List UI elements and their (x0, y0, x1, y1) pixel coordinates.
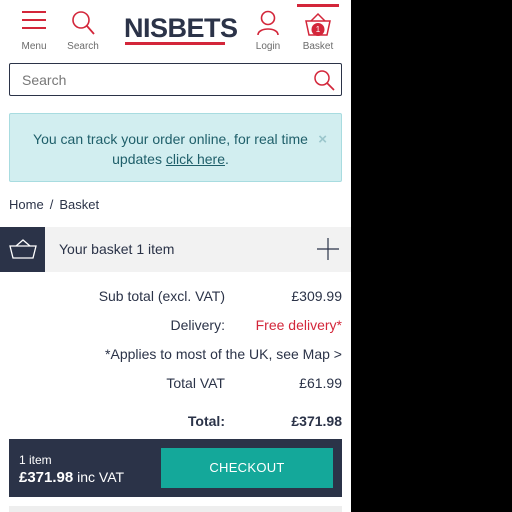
total-value: £371.98 (291, 413, 342, 429)
delivery-label: Delivery: (170, 317, 225, 333)
basket-button[interactable]: 1 Basket (297, 0, 339, 58)
basket-accordion[interactable]: Your basket 1 item (0, 227, 351, 272)
user-icon (257, 10, 279, 36)
breadcrumb: Home / Basket (9, 197, 99, 212)
delivery-value: Free delivery* (255, 317, 342, 333)
basket-page: Menu Search NISBETS Login 1 Basket Searc… (0, 0, 351, 512)
click-here-link[interactable]: click here (166, 151, 225, 167)
site-header: Menu Search NISBETS Login 1 Basket (0, 0, 351, 58)
basket-panel-iconbox (0, 227, 45, 272)
next-section-edge (9, 506, 342, 512)
vat-label: Total VAT (166, 375, 225, 391)
search-label: Search (67, 41, 99, 52)
basket-panel-title: Your basket 1 item (59, 241, 175, 257)
checkout-price-amount: £371.98 (19, 469, 74, 486)
login-label: Login (255, 41, 281, 52)
header-search-button[interactable]: Search (63, 0, 103, 58)
checkout-item-count: 1 item (19, 453, 52, 467)
active-indicator (297, 4, 339, 7)
breadcrumb-current: Basket (59, 197, 100, 212)
vat-value: £61.99 (299, 375, 342, 391)
checkout-price: £371.98 inc VAT (19, 469, 124, 486)
order-tracking-notice: You can track your order online, for rea… (9, 113, 342, 182)
login-button[interactable]: Login (248, 0, 288, 58)
breadcrumb-separator: / (49, 197, 54, 212)
menu-button[interactable]: Menu (14, 0, 54, 58)
checkout-bar: 1 item £371.98 inc VAT CHECKOUT (9, 439, 342, 497)
logo-text: NISBETS (124, 13, 238, 43)
checkout-button[interactable]: CHECKOUT (161, 448, 333, 488)
nisbets-logo[interactable]: NISBETS (124, 13, 238, 47)
basket-label: Basket (302, 41, 334, 52)
hamburger-icon (22, 11, 46, 29)
delivery-map-link[interactable]: *Applies to most of the UK, see Map > (105, 346, 342, 362)
search-placeholder: Search (22, 72, 67, 88)
notice-message: You can track your order online, for rea… (28, 129, 313, 169)
notice-period: . (224, 151, 229, 167)
subtotal-value: £309.99 (291, 288, 342, 304)
checkout-price-suffix: inc VAT (77, 469, 125, 485)
search-icon (72, 11, 95, 35)
total-label: Total: (187, 413, 225, 429)
search-input[interactable]: Search (9, 63, 342, 96)
search-submit-icon[interactable] (313, 69, 335, 91)
basket-count-badge: 1 (311, 23, 325, 36)
close-icon[interactable]: × (318, 131, 327, 148)
subtotal-label: Sub total (excl. VAT) (98, 288, 225, 304)
menu-label: Menu (21, 41, 47, 52)
expand-plus-icon[interactable] (317, 238, 339, 260)
logo-underline (125, 42, 225, 45)
basket-panel-icon (9, 239, 37, 259)
breadcrumb-home[interactable]: Home (9, 197, 44, 212)
